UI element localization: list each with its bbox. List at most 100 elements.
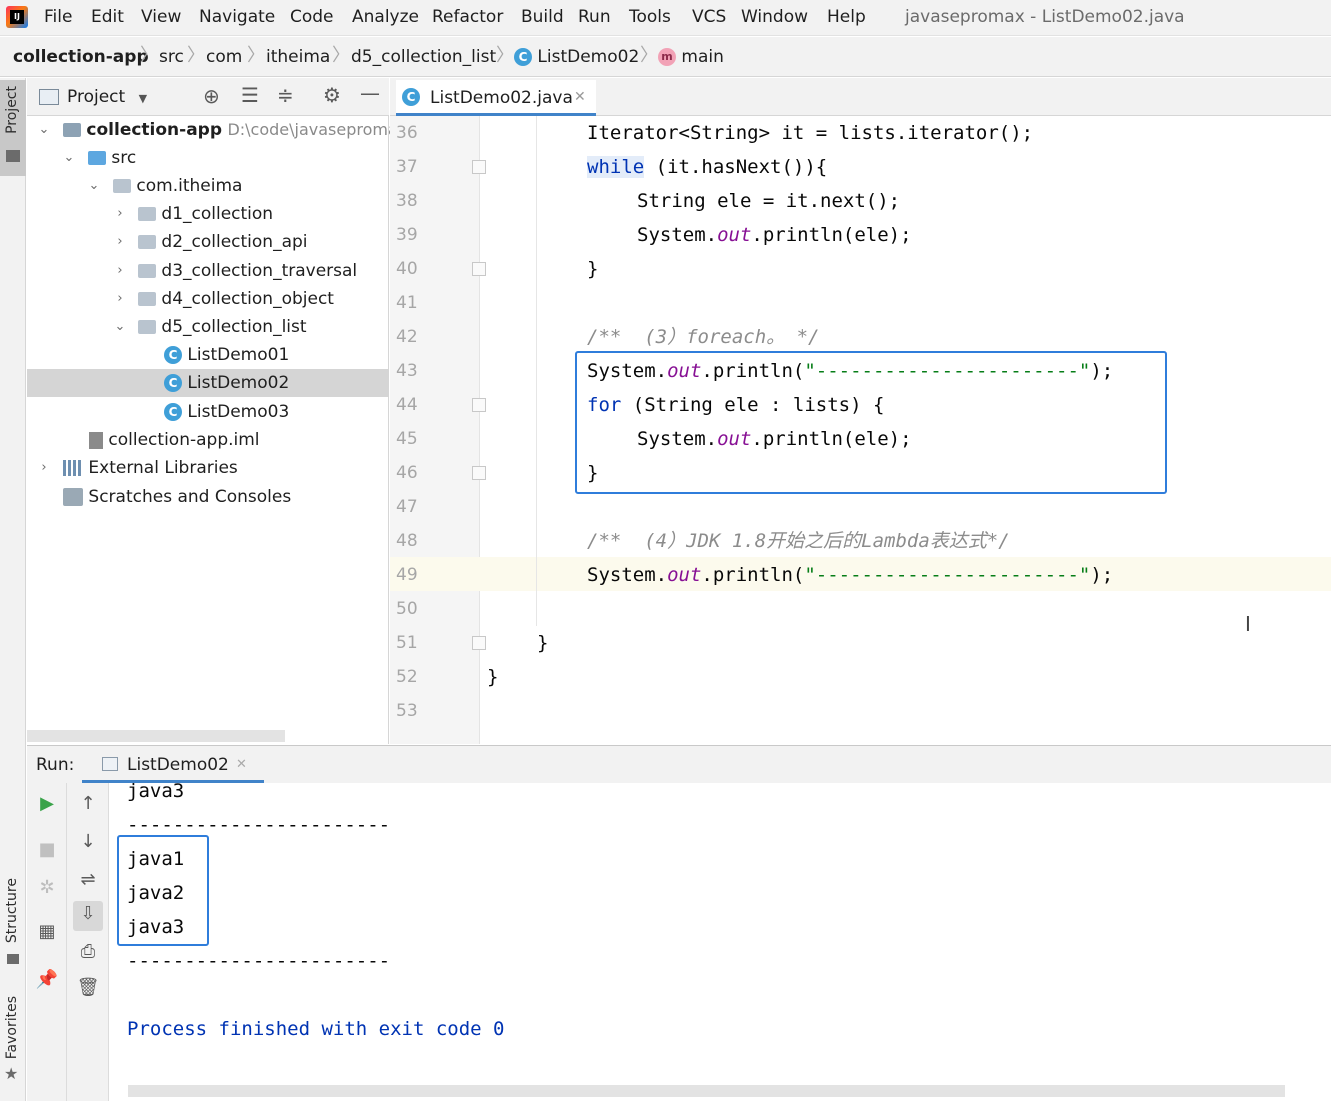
breadcrumb-project[interactable]: collection-app: [13, 45, 149, 69]
project-view-label: Project: [67, 87, 126, 107]
line-number: 39: [396, 225, 418, 245]
chevron-down-icon: ⌄: [114, 319, 126, 334]
menu-help[interactable]: Help: [827, 6, 866, 30]
breadcrumb-src[interactable]: src: [159, 45, 184, 69]
line-number: 42: [396, 327, 418, 347]
structure-tool-label: Structure: [4, 878, 20, 944]
line-number: 44: [396, 395, 418, 415]
code-line-39: System.out.println(ele);: [637, 218, 912, 252]
intellij-logo-icon: IJ: [6, 6, 28, 28]
java-class-icon: C: [164, 346, 182, 364]
fold-marker-icon[interactable]: [472, 262, 486, 276]
arrow-up-icon[interactable]: ↑: [75, 791, 101, 817]
tree-item-iml-file[interactable]: collection-app.iml: [27, 426, 389, 454]
indent-guide: [536, 116, 537, 626]
tree-item-d5-collection-list[interactable]: ⌄ d5_collection_list: [27, 313, 389, 341]
breadcrumb-method-label: main: [681, 47, 724, 67]
menu-vcs[interactable]: VCS: [692, 6, 726, 30]
fold-marker-icon[interactable]: [472, 160, 486, 174]
tree-item-label: ListDemo01: [187, 345, 290, 365]
tree-item-collection-app[interactable]: ⌄ collection-app D:\code\javasepromax: [27, 116, 408, 144]
package-icon: [138, 292, 156, 306]
tree-item-label: com.itheima: [136, 176, 243, 196]
breadcrumb-package[interactable]: d5_collection_list: [351, 45, 496, 69]
tree-item-scratches[interactable]: Scratches and Consoles: [27, 483, 389, 511]
code-line-38: String ele = it.next();: [637, 190, 901, 212]
favorites-tool-tab[interactable]: Favorites ★: [0, 996, 26, 1086]
code-line-49: System.out.println("--------------------…: [587, 558, 1113, 592]
fold-marker-icon[interactable]: [472, 466, 486, 480]
layout-icon[interactable]: ▦: [34, 919, 60, 945]
tree-item-listdemo02[interactable]: C ListDemo02: [27, 369, 389, 397]
menu-tools[interactable]: Tools: [629, 6, 671, 30]
breadcrumb-itheima[interactable]: itheima: [266, 45, 330, 69]
tree-item-d4-collection-object[interactable]: › d4_collection_object: [27, 285, 389, 313]
source-folder-icon: [88, 151, 106, 165]
tree-item-src[interactable]: ⌄ src: [27, 144, 389, 172]
project-tool-tab[interactable]: Project: [0, 80, 26, 176]
tree-item-external-libraries[interactable]: › External Libraries: [27, 454, 389, 482]
line-number: 36: [396, 123, 418, 143]
menu-navigate[interactable]: Navigate: [199, 6, 275, 30]
trash-icon[interactable]: 🗑: [75, 975, 101, 1001]
star-icon: ★: [4, 1064, 19, 1083]
code-text: System.: [587, 564, 668, 586]
menu-window[interactable]: Window: [741, 6, 808, 30]
structure-tool-tab[interactable]: Structure: [0, 878, 26, 970]
editor-tab-listdemo02[interactable]: C ListDemo02.java ✕: [396, 80, 596, 116]
breadcrumb-com[interactable]: com: [206, 45, 242, 69]
locate-icon[interactable]: ⊕: [203, 84, 220, 108]
menu-run[interactable]: Run: [578, 6, 611, 30]
package-icon: [113, 179, 131, 193]
code-line-42-comment: /** (3）foreach。 */: [587, 326, 820, 348]
expand-all-icon[interactable]: ☰: [241, 83, 259, 107]
line-number: 46: [396, 463, 418, 483]
line-number: 43: [396, 361, 418, 381]
debug-icon[interactable]: ✲: [34, 875, 60, 901]
tree-item-label: d1_collection: [161, 204, 274, 224]
soft-wrap-icon[interactable]: ⇌: [75, 867, 101, 893]
stop-icon[interactable]: ■: [34, 837, 60, 863]
menu-file[interactable]: File: [44, 6, 72, 30]
menu-build[interactable]: Build: [521, 6, 564, 30]
library-icon: [63, 460, 83, 476]
tree-item-d2-collection-api[interactable]: › d2_collection_api: [27, 228, 389, 256]
tree-item-label: Scratches and Consoles: [88, 487, 292, 507]
tree-item-listdemo01[interactable]: C ListDemo01: [27, 341, 389, 369]
breadcrumb-class[interactable]: C ListDemo02: [514, 45, 639, 69]
console-annotation-box: [117, 835, 209, 946]
minimize-icon[interactable]: —: [360, 81, 380, 105]
menu-view[interactable]: View: [141, 6, 181, 30]
code-line-51: }: [537, 632, 549, 654]
close-icon[interactable]: ✕: [236, 754, 247, 776]
project-view-selector[interactable]: Project ▼: [67, 85, 147, 111]
package-icon: [138, 264, 156, 278]
gear-icon[interactable]: ⚙: [323, 83, 341, 107]
chevron-down-icon: ▼: [138, 92, 148, 105]
chevron-down-icon: ⌄: [63, 150, 75, 165]
code-text: .println(ele);: [751, 224, 912, 246]
console-icon: [102, 757, 118, 771]
tree-item-d3-collection-traversal[interactable]: › d3_collection_traversal: [27, 257, 389, 285]
tree-item-d1-collection[interactable]: › d1_collection: [27, 200, 389, 228]
breadcrumb-method[interactable]: m main: [658, 45, 724, 69]
fold-marker-icon[interactable]: [472, 636, 486, 650]
close-icon[interactable]: ✕: [574, 86, 586, 108]
menu-refactor[interactable]: Refactor: [432, 6, 503, 30]
arrow-down-icon[interactable]: ↓: [75, 829, 101, 855]
fold-marker-icon[interactable]: [472, 398, 486, 412]
pin-icon[interactable]: 📌: [34, 967, 60, 993]
rerun-icon[interactable]: ▶: [34, 791, 60, 817]
menu-edit[interactable]: Edit: [91, 6, 124, 30]
tree-item-listdemo03[interactable]: C ListDemo03: [27, 398, 389, 426]
chevron-right-icon: ›: [41, 460, 47, 475]
scroll-to-end-icon[interactable]: ⇩: [73, 901, 103, 931]
menu-analyze[interactable]: Analyze: [352, 6, 419, 30]
menu-code[interactable]: Code: [290, 6, 334, 30]
console-horizontal-scrollbar[interactable]: [128, 1085, 1285, 1097]
collapse-all-icon[interactable]: ≑: [277, 83, 294, 107]
print-icon[interactable]: ⎙: [75, 939, 101, 965]
tree-item-com-itheima[interactable]: ⌄ com.itheima: [27, 172, 389, 200]
console-line: -----------------------: [127, 950, 391, 972]
horizontal-scrollbar[interactable]: [27, 730, 285, 742]
